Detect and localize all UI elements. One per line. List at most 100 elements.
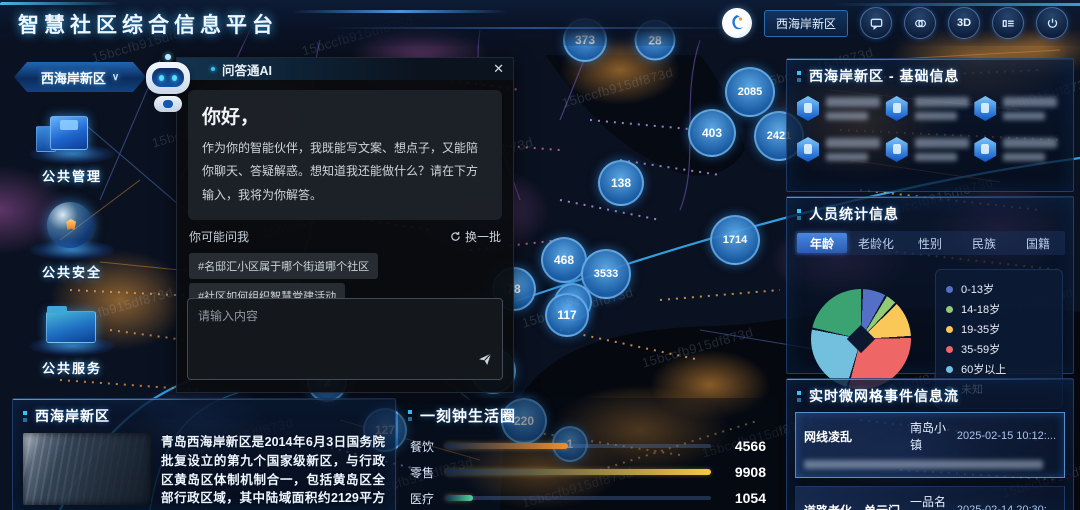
- platform-logo-icon: [722, 8, 752, 38]
- refresh-suggestions-button[interactable]: 换一批: [450, 228, 501, 245]
- life-circle-panel: 一刻钟生活圈 餐饮 4566 零售 9908 医疗 1054 教育 487: [398, 398, 778, 510]
- legend-dot: [946, 366, 953, 373]
- chevron-down-icon: ∨: [112, 72, 119, 83]
- bar-track: [445, 444, 711, 448]
- sidebar-item-label: 公共管理: [16, 166, 128, 185]
- person-stats-panel: 人员统计信息 年龄 老龄化 性别 民族 国籍 0-13岁 14-18岁 19-3…: [786, 196, 1074, 374]
- age-pie-chart[interactable]: [811, 289, 911, 389]
- map-bubble[interactable]: 403: [688, 109, 736, 157]
- stat-icon: [886, 96, 908, 121]
- event-row[interactable]: 道路老化，单元门... 一品名筑小区 2025-02-14 20:30:...: [795, 486, 1065, 510]
- dashboard: 15bccfb915df873d15bccfb915df873d15bccfb9…: [0, 0, 1080, 510]
- legend-item: 0-13岁: [946, 281, 1052, 297]
- map-bubble[interactable]: 1714: [710, 215, 760, 265]
- panel-header: 实时微网格事件信息流: [787, 379, 1073, 410]
- tab-ethnic[interactable]: 民族: [959, 233, 1009, 253]
- sidebar-item-label: 公共安全: [16, 262, 128, 281]
- bar-row: 医疗 1054: [410, 485, 766, 510]
- bar-value: 1054: [720, 490, 766, 506]
- view-3d-button[interactable]: 3D: [948, 7, 980, 39]
- region-selector-label: 西海岸新区: [41, 68, 106, 87]
- tab-gender[interactable]: 性别: [905, 233, 955, 253]
- ai-chat-dialog: 问答通AI ✕ 你好， 作为你的智能伙伴，我既能写文案、想点子，又能陪你聊天、答…: [176, 57, 514, 393]
- view-3d-label: 3D: [957, 17, 971, 29]
- header-decor-line: [319, 27, 750, 29]
- suggestion-chip[interactable]: #名邸汇小区属于哪个街道哪个社区: [189, 253, 378, 279]
- bar-label: 零售: [410, 464, 436, 481]
- stat-item: [797, 96, 886, 121]
- event-detail-redacted: [804, 460, 1043, 469]
- header-bullet-icon: [797, 391, 801, 395]
- robot-face: [152, 68, 184, 87]
- chat-input[interactable]: 请输入内容: [187, 298, 503, 380]
- stat-item: [797, 137, 886, 162]
- stat-text-redacted: [915, 97, 969, 120]
- district-description: 青岛西海岸新区是2014年6月3日国务院批复设立的第九个国家级新区，与行政区黄岛…: [161, 433, 385, 510]
- robot-eye: [172, 75, 177, 81]
- stat-icon: [797, 137, 819, 162]
- stat-icon: [886, 137, 908, 162]
- header-decor-line: [291, 10, 508, 13]
- sidebar-item-public-security[interactable]: 公共安全: [16, 196, 128, 281]
- legend-dot: [946, 286, 953, 293]
- ai-assistant-mascot[interactable]: [141, 54, 195, 118]
- robot-antenna: [165, 54, 171, 60]
- bar-fill: [445, 469, 711, 475]
- sidebar-item-public-service[interactable]: 公共服务: [16, 292, 128, 377]
- legend-dot: [946, 326, 953, 333]
- dialog-header: 问答通AI ✕: [177, 58, 513, 80]
- robot-belly: [163, 100, 173, 108]
- legend-item: 35-59岁: [946, 341, 1052, 357]
- stat-item: [974, 96, 1063, 121]
- event-place: 一品名筑小区: [910, 493, 957, 510]
- panel-header: 一刻钟生活圈: [398, 398, 778, 430]
- message-button[interactable]: [860, 7, 892, 39]
- event-stream-panel: 实时微网格事件信息流 网线凌乱 南岛小镇 2025-02-15 10:12:..…: [786, 378, 1074, 510]
- tab-nationality[interactable]: 国籍: [1013, 233, 1063, 253]
- stat-text-redacted: [915, 138, 969, 161]
- stat-item: [974, 137, 1063, 162]
- event-stream-title: 实时微网格事件信息流: [809, 386, 959, 406]
- header-bullet-icon: [408, 410, 412, 414]
- header-bullet-icon: [797, 209, 801, 213]
- public-security-icon: [16, 196, 128, 260]
- greeting-text: 你好，: [202, 102, 488, 129]
- event-row[interactable]: 网线凌乱 南岛小镇 2025-02-15 10:12:...: [795, 412, 1065, 478]
- dialog-title: 问答通AI: [222, 60, 272, 79]
- sidebar-item-public-management[interactable]: 公共管理: [16, 100, 128, 185]
- robot-eye: [159, 75, 164, 81]
- event-list: 网线凌乱 南岛小镇 2025-02-15 10:12:... 道路老化，单元门.…: [787, 410, 1073, 510]
- panel-header: 人员统计信息: [787, 197, 1073, 228]
- chat-input-placeholder: 请输入内容: [198, 307, 492, 324]
- map-bubble[interactable]: 2085: [725, 67, 775, 117]
- bar-value: 9908: [720, 464, 766, 480]
- bar-value: 4566: [720, 438, 766, 454]
- stat-item: [886, 96, 975, 121]
- region-selector[interactable]: 西海岸新区 ∨: [14, 62, 146, 92]
- map-bubble[interactable]: 117: [545, 293, 589, 337]
- tab-age[interactable]: 年龄: [797, 233, 847, 253]
- stat-icon: [974, 137, 996, 162]
- header-bullet-icon: [797, 71, 801, 75]
- list-button[interactable]: [992, 7, 1024, 39]
- legend-item: 60岁以上: [946, 361, 1052, 377]
- map-bubble[interactable]: 138: [598, 160, 644, 206]
- legend-dot: [946, 346, 953, 353]
- public-service-icon: [16, 292, 128, 356]
- tab-aging[interactable]: 老龄化: [851, 233, 901, 253]
- stat-icon: [974, 96, 996, 121]
- power-button[interactable]: [1036, 7, 1068, 39]
- top-header: 智慧社区综合信息平台 西海岸新区 3D: [0, 0, 1080, 46]
- close-icon[interactable]: ✕: [493, 61, 504, 77]
- bar-row: 餐饮 4566: [410, 433, 766, 459]
- legend-item: 19-35岁: [946, 321, 1052, 337]
- basic-info-panel: 西海岸新区 - 基础信息: [786, 58, 1074, 192]
- suggestion-row: 你可能问我 换一批: [189, 228, 501, 245]
- event-name: 道路老化，单元门...: [804, 502, 910, 510]
- legend-dot: [946, 306, 953, 313]
- stat-text-redacted: [1003, 97, 1057, 120]
- sidebar-item-label: 公共服务: [16, 358, 128, 377]
- region-badge: 西海岸新区: [764, 10, 848, 37]
- ai-brain-button[interactable]: [904, 7, 936, 39]
- send-icon[interactable]: [477, 351, 493, 372]
